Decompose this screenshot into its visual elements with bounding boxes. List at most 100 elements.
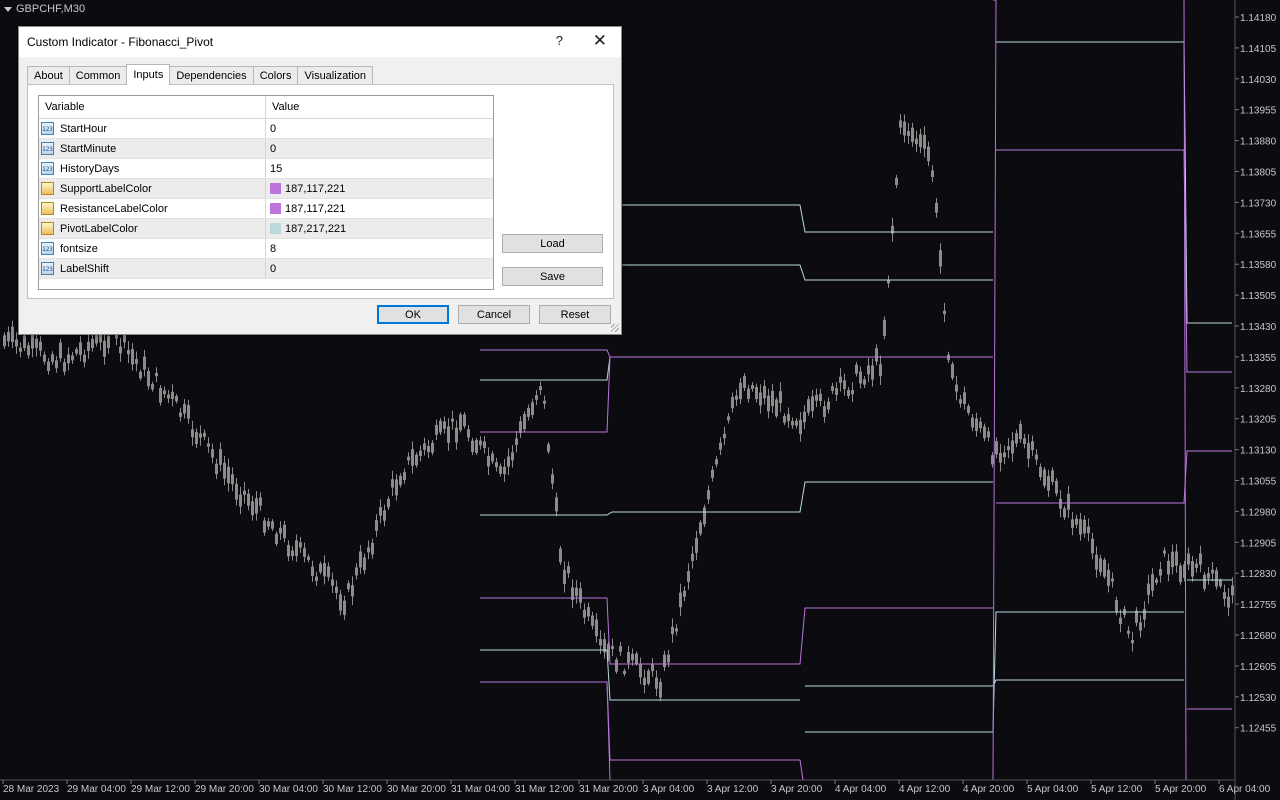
number-icon: 123 [41, 162, 54, 175]
time-label: 30 Mar 12:00 [323, 784, 382, 795]
candle-body [343, 600, 346, 615]
candle-body [595, 619, 598, 637]
table-row[interactable]: 123 HistoryDays 15 [39, 159, 493, 179]
candle-body [87, 341, 90, 351]
candle-body [303, 548, 306, 557]
candle-body [535, 395, 538, 400]
row-value-cell[interactable]: 8 [266, 239, 276, 258]
candle-body [831, 386, 834, 391]
load-button[interactable]: Load [502, 234, 603, 253]
candle-body [767, 395, 770, 412]
row-value-cell[interactable]: 0 [266, 259, 276, 278]
row-value-cell[interactable]: 187,117,221 [266, 179, 345, 198]
candle-body [1159, 569, 1162, 576]
row-value-cell[interactable]: 187,217,221 [266, 219, 346, 238]
tab-colors[interactable]: Colors [252, 66, 299, 85]
candle-body [435, 424, 438, 435]
candle-body [871, 365, 874, 380]
number-icon: 123 [41, 142, 54, 155]
tab-visualization[interactable]: Visualization [297, 66, 374, 85]
table-row[interactable]: 123 LabelShift 0 [39, 259, 493, 279]
candle-body [387, 498, 390, 508]
candle-body [795, 420, 798, 426]
table-row[interactable]: 123 StartHour 0 [39, 119, 493, 139]
candle-body [1171, 551, 1174, 568]
header-variable[interactable]: Variable [39, 96, 266, 118]
candle-body [751, 384, 754, 389]
row-value-cell[interactable]: 187,117,221 [266, 199, 345, 218]
row-value: 187,117,221 [285, 182, 346, 195]
table-row[interactable]: ResistanceLabelColor 187,117,221 [39, 199, 493, 219]
candle-body [543, 400, 546, 404]
cancel-button[interactable]: Cancel [458, 305, 530, 324]
candle-body [1099, 558, 1102, 573]
ok-button[interactable]: OK [377, 305, 449, 324]
tab-common[interactable]: Common [68, 66, 128, 85]
tab-about[interactable]: About [27, 66, 70, 85]
candle-body [695, 538, 698, 553]
candle-body [351, 585, 354, 597]
row-value: 0 [270, 122, 277, 135]
table-row[interactable]: PivotLabelColor 187,217,221 [39, 219, 493, 239]
chart-symbol-label[interactable]: GBPCHF,M30 [4, 3, 85, 15]
row-value-cell[interactable]: 15 [266, 159, 282, 178]
candle-body [1219, 580, 1222, 587]
tab-inputs[interactable]: Inputs [126, 64, 171, 85]
candle-body [363, 557, 366, 571]
row-name: SupportLabelColor [60, 182, 152, 195]
candle-body [703, 507, 706, 525]
candle-body [27, 345, 30, 356]
candle-body [939, 250, 942, 267]
candle-body [63, 362, 66, 372]
save-button[interactable]: Save [502, 267, 603, 286]
resize-grip-icon[interactable] [611, 324, 619, 332]
candle-body [15, 339, 18, 347]
candle-body [1039, 466, 1042, 478]
candle-body [979, 421, 982, 429]
candle-body [1187, 553, 1190, 565]
candle-body [1063, 508, 1066, 518]
time-label: 31 Mar 12:00 [515, 784, 574, 795]
header-value[interactable]: Value [266, 96, 299, 118]
number-icon: 123 [41, 122, 54, 135]
row-variable-cell: PivotLabelColor [39, 219, 266, 238]
candle-body [403, 472, 406, 480]
candle-body [719, 442, 722, 450]
dialog-titlebar[interactable]: Custom Indicator - Fibonacci_Pivot ? ✕ [19, 27, 621, 57]
candle-body [191, 429, 194, 438]
price-label: 1.12980 [1240, 507, 1277, 518]
candle-body [591, 615, 594, 626]
candle-body [783, 415, 786, 423]
row-value-cell[interactable]: 0 [266, 139, 276, 158]
row-value: 187,217,221 [285, 222, 347, 235]
candle-body [423, 443, 426, 450]
time-label: 3 Apr 20:00 [771, 784, 823, 795]
candle-body [943, 310, 946, 315]
candle-body [199, 433, 202, 438]
price-label: 1.14105 [1240, 44, 1277, 55]
table-row[interactable]: 123 fontsize 8 [39, 239, 493, 259]
candle-body [407, 456, 410, 461]
time-label: 28 Mar 2023 [3, 784, 60, 795]
candle-body [1027, 442, 1030, 459]
candle-body [327, 566, 330, 577]
time-label: 31 Mar 04:00 [451, 784, 510, 795]
candle-body [339, 594, 342, 611]
reset-button[interactable]: Reset [539, 305, 611, 324]
candle-body [1095, 554, 1098, 570]
candle-body [1179, 565, 1182, 583]
candle-body [567, 566, 570, 574]
tab-dependencies[interactable]: Dependencies [169, 66, 254, 85]
color-palette-icon [41, 182, 54, 195]
row-name: ResistanceLabelColor [60, 202, 168, 215]
row-value-cell[interactable]: 0 [266, 119, 276, 138]
price-label: 1.13055 [1240, 477, 1277, 488]
close-icon[interactable]: ✕ [593, 31, 607, 51]
candle-body [127, 349, 130, 355]
color-palette-icon [41, 202, 54, 215]
table-row[interactable]: 123 StartMinute 0 [39, 139, 493, 159]
candle-body [215, 463, 218, 475]
help-icon[interactable]: ? [556, 33, 563, 48]
candle-body [931, 170, 934, 177]
table-row[interactable]: SupportLabelColor 187,117,221 [39, 179, 493, 199]
